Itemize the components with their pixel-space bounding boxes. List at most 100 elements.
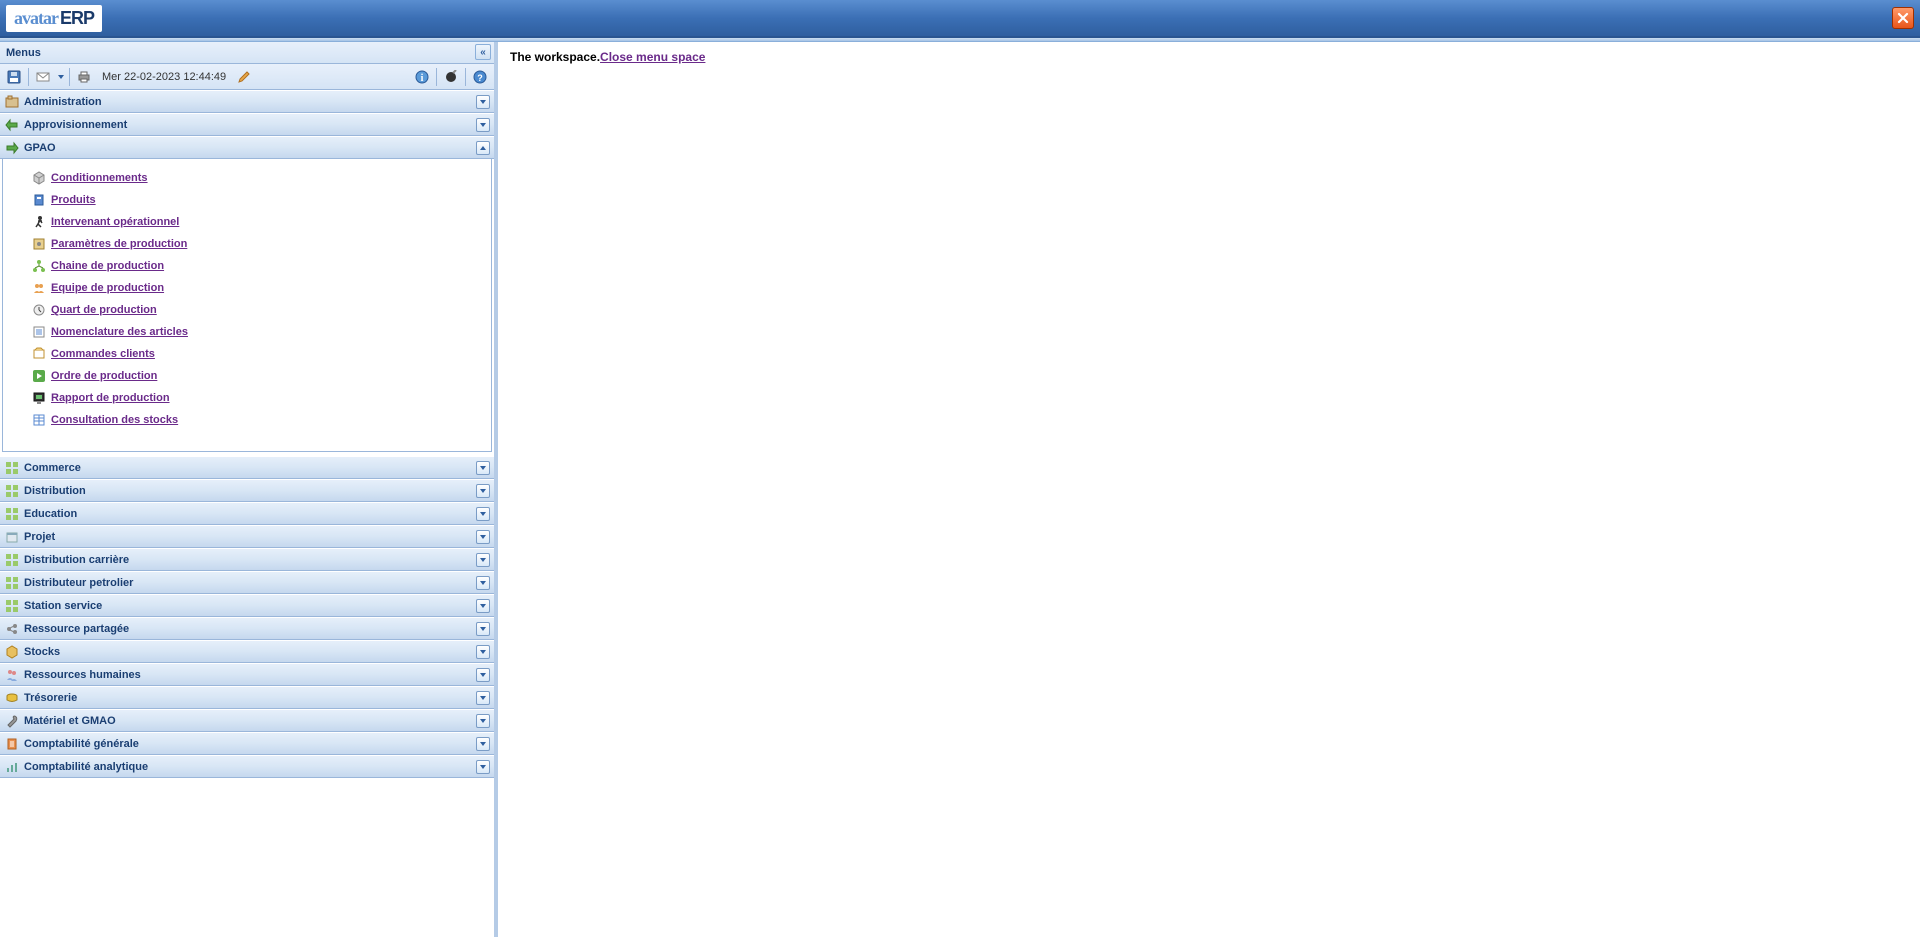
accordion-stocks[interactable]: Stocks	[0, 640, 494, 663]
dropdown-arrow-icon[interactable]	[57, 70, 65, 84]
menu-consultation[interactable]: Consultation des stocks	[3, 409, 491, 431]
expand-icon[interactable]	[476, 760, 490, 774]
info-button[interactable]: i	[412, 67, 432, 87]
table-icon	[31, 412, 47, 428]
expand-icon[interactable]	[476, 622, 490, 636]
menu-link[interactable]: Rapport de production	[51, 389, 170, 407]
expand-icon[interactable]	[476, 668, 490, 682]
accordion-projet[interactable]: Projet	[0, 525, 494, 548]
menu-link[interactable]: Chaine de production	[51, 257, 164, 275]
wrench-icon	[4, 713, 20, 729]
accordion-label: Ressources humaines	[24, 669, 141, 681]
accordion-ressource-partagee[interactable]: Ressource partagée	[0, 617, 494, 640]
grid-icon	[4, 552, 20, 568]
printer-icon	[77, 70, 91, 84]
accordion-education[interactable]: Education	[0, 502, 494, 525]
menu-link[interactable]: Paramètres de production	[51, 235, 187, 253]
play-icon	[31, 368, 47, 384]
menu-nomenclature[interactable]: Nomenclature des articles	[3, 321, 491, 343]
expand-icon[interactable]	[476, 599, 490, 613]
expand-icon[interactable]	[476, 461, 490, 475]
expand-icon[interactable]	[476, 576, 490, 590]
menu-link[interactable]: Nomenclature des articles	[51, 323, 188, 341]
menu-conditionnements[interactable]: Conditionnements	[3, 167, 491, 189]
sidebar-title-text: Menus	[6, 47, 41, 59]
accordion-comptabilite-generale[interactable]: Comptabilité générale	[0, 732, 494, 755]
arrow-left-icon	[4, 117, 20, 133]
menu-commandes[interactable]: Commandes clients	[3, 343, 491, 365]
expand-icon[interactable]	[476, 530, 490, 544]
accordion-label: Distribution	[24, 485, 86, 497]
accordion-station-service[interactable]: Station service	[0, 594, 494, 617]
svg-text:?: ?	[477, 73, 483, 83]
accordion-ressources-humaines[interactable]: Ressources humaines	[0, 663, 494, 686]
expand-icon[interactable]	[476, 484, 490, 498]
accordion-label: Distributeur petrolier	[24, 577, 133, 589]
expand-icon[interactable]	[476, 645, 490, 659]
expand-icon[interactable]	[476, 714, 490, 728]
menu-rapport[interactable]: Rapport de production	[3, 387, 491, 409]
accordion-distribution[interactable]: Distribution	[0, 479, 494, 502]
expand-icon[interactable]	[476, 95, 490, 109]
menu-link[interactable]: Conditionnements	[51, 169, 148, 187]
mail-button[interactable]	[33, 67, 53, 87]
accordion-label: Station service	[24, 600, 102, 612]
menu-link[interactable]: Consultation des stocks	[51, 411, 178, 429]
accordion-commerce[interactable]: Commerce	[0, 456, 494, 479]
grid-icon	[4, 506, 20, 522]
menu-ordre[interactable]: Ordre de production	[3, 365, 491, 387]
accordion-label: Ressource partagée	[24, 623, 129, 635]
menu-parametres[interactable]: Paramètres de production	[3, 233, 491, 255]
menu-link[interactable]: Equipe de production	[51, 279, 164, 297]
accordion-label: Trésorerie	[24, 692, 77, 704]
accordion-gpao[interactable]: GPAO	[0, 136, 494, 159]
accordion-label: Projet	[24, 531, 55, 543]
menu-link[interactable]: Produits	[51, 191, 96, 209]
accordion-label: Commerce	[24, 462, 81, 474]
sidebar-collapse-button[interactable]	[475, 44, 491, 60]
menu-link[interactable]: Quart de production	[51, 301, 157, 319]
expand-icon[interactable]	[476, 737, 490, 751]
expand-icon[interactable]	[476, 691, 490, 705]
accordion-administration[interactable]: Administration	[0, 90, 494, 113]
money-icon	[4, 690, 20, 706]
clock-icon	[31, 302, 47, 318]
gpao-body: Conditionnements Produits Intervenant op…	[2, 159, 492, 452]
close-menu-space-link[interactable]: Close menu space	[600, 50, 705, 64]
edit-button[interactable]	[234, 67, 254, 87]
menu-equipe[interactable]: Equipe de production	[3, 277, 491, 299]
accordion-label: Comptabilité générale	[24, 738, 139, 750]
chart-icon	[4, 759, 20, 775]
accordion-approvisionnement[interactable]: Approvisionnement	[0, 113, 494, 136]
menu-chaine[interactable]: Chaine de production	[3, 255, 491, 277]
shared-icon	[4, 621, 20, 637]
people-icon	[4, 667, 20, 683]
list-icon	[31, 324, 47, 340]
product-icon	[31, 192, 47, 208]
accordion-distributeur-petrolier[interactable]: Distributeur petrolier	[0, 571, 494, 594]
expand-icon[interactable]	[476, 118, 490, 132]
expand-icon[interactable]	[476, 507, 490, 521]
menu-link[interactable]: Ordre de production	[51, 367, 157, 385]
theme-button[interactable]	[441, 67, 461, 87]
close-window-button[interactable]	[1892, 7, 1914, 29]
menu-link[interactable]: Commandes clients	[51, 345, 155, 363]
menu-link[interactable]: Intervenant opérationnel	[51, 213, 179, 231]
branch-icon	[31, 258, 47, 274]
menu-quart[interactable]: Quart de production	[3, 299, 491, 321]
project-icon	[4, 529, 20, 545]
accordion-distribution-carriere[interactable]: Distribution carrière	[0, 548, 494, 571]
accordion-materiel-gmao[interactable]: Matériel et GMAO	[0, 709, 494, 732]
accordion-tresorerie[interactable]: Trésorerie	[0, 686, 494, 709]
accordion-label: Matériel et GMAO	[24, 715, 116, 727]
toolbar-separator	[28, 68, 29, 86]
expand-icon[interactable]	[476, 553, 490, 567]
report-icon	[31, 390, 47, 406]
collapse-icon[interactable]	[476, 141, 490, 155]
menu-intervenant[interactable]: Intervenant opérationnel	[3, 211, 491, 233]
help-button[interactable]: ?	[470, 67, 490, 87]
save-button[interactable]	[4, 67, 24, 87]
menu-produits[interactable]: Produits	[3, 189, 491, 211]
accordion-comptabilite-analytique[interactable]: Comptabilité analytique	[0, 755, 494, 778]
print-button[interactable]	[74, 67, 94, 87]
